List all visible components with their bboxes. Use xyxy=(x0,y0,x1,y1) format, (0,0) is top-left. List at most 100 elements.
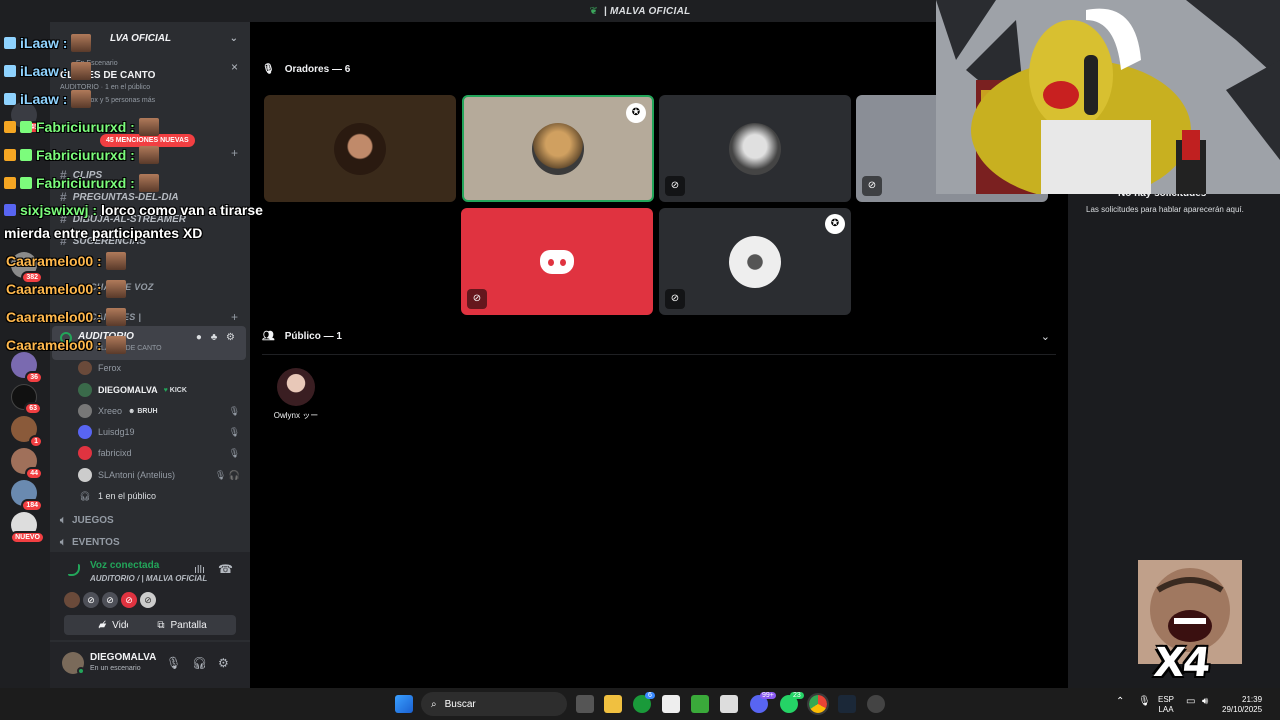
network-icon[interactable]: ▭ xyxy=(1186,697,1195,707)
windows-start-icon[interactable] xyxy=(395,695,413,713)
speaker-tile[interactable]: ⊘ xyxy=(461,208,653,315)
speaker-tile-speaking[interactable]: ✪ xyxy=(462,95,654,202)
member-row[interactable]: Ferox xyxy=(78,358,240,378)
server-icon[interactable]: 63 xyxy=(11,384,42,415)
mute-icon: ⊘ xyxy=(665,176,685,196)
avatar xyxy=(532,122,584,175)
avatar xyxy=(78,361,92,375)
clock-date: 29/10/2025 xyxy=(1222,705,1263,714)
clock[interactable]: 21:39 29/10/2025 xyxy=(1222,695,1262,715)
heart-icon: ♥ xyxy=(163,386,168,394)
chat-message: iLaaw : xyxy=(4,90,92,108)
chat-message: iLaaw : xyxy=(4,34,92,52)
file-explorer-icon[interactable] xyxy=(604,695,622,713)
member-tag: ♥ KICK xyxy=(164,387,187,394)
search-placeholder: Buscar xyxy=(444,698,476,710)
muted-avatar-icon[interactable]: ⊘ xyxy=(140,592,156,608)
chat-user: iLaaw : xyxy=(20,63,68,79)
server-icon[interactable]: 184 xyxy=(11,480,43,512)
server-icon[interactable]: 36 xyxy=(11,352,43,384)
server-badge: 1 xyxy=(29,435,43,448)
speaker-icon: 🔈︎ xyxy=(60,537,66,548)
member-row[interactable]: SLAntoni (Antelius) 🎙 🎧 xyxy=(78,465,240,485)
audience-count-row[interactable]: 🎧︎ 1 en el público xyxy=(78,486,240,506)
server-icon[interactable]: NUEVO xyxy=(10,512,45,544)
member-tag: ☻ BRUH xyxy=(128,407,158,415)
emote-icon xyxy=(71,34,92,52)
chat-user: Fabriciururxd : xyxy=(36,147,135,163)
chevron-down-icon[interactable]: ⌄ xyxy=(1041,330,1050,343)
status-dot xyxy=(77,667,85,675)
user-name[interactable]: DIEGOMALVA xyxy=(90,652,156,663)
moderator-icon: ✪ xyxy=(825,214,845,234)
gear-icon[interactable]: ⚙ xyxy=(218,656,229,670)
mute-icon: ⊘ xyxy=(862,176,882,196)
chat-user: Caaramelo00 : xyxy=(6,309,102,325)
voice-status[interactable]: Voz conectada xyxy=(90,560,159,571)
close-icon[interactable]: × xyxy=(231,60,238,74)
app-icon[interactable] xyxy=(720,695,738,713)
channel-label: PREGUNTAS-DEL-DIA xyxy=(72,191,179,203)
member-row[interactable]: Xreeo ☻ BRUH 🎙 xyxy=(78,401,240,421)
chevron-down-icon[interactable]: ⌄ xyxy=(230,33,238,44)
minecraft-icon[interactable] xyxy=(691,695,709,713)
requests-empty-text: Las solicitudes para hablar aparecerán a… xyxy=(1086,205,1244,214)
window-title: | MALVA OFICIAL xyxy=(603,5,691,17)
muted-avatar-icon[interactable]: ⊘ xyxy=(121,592,137,608)
chat-text: mierda entre participantes XD xyxy=(4,225,203,241)
event-members: Ferox y 5 personas más xyxy=(80,97,156,104)
muted-avatar-icon[interactable]: ⊘ xyxy=(102,592,118,608)
steam-icon[interactable] xyxy=(838,695,856,713)
audience-member[interactable]: Owlynx ッー xyxy=(268,368,324,421)
member-name: DIEGOMALVA xyxy=(98,385,158,395)
plus-icon[interactable]: + xyxy=(231,146,238,160)
new-badge: NUEVO xyxy=(10,531,45,544)
microphone-icon[interactable]: 🎙︎ xyxy=(166,656,181,670)
screen-share-icon: ⧉ xyxy=(157,619,165,631)
noise-suppression-icon[interactable]: ıllı xyxy=(194,564,205,576)
emote-icon xyxy=(105,252,126,270)
volume-icon[interactable]: 🔊︎ xyxy=(1202,697,1208,707)
voice-channel-juegos[interactable]: 🔈︎ JUEGOS xyxy=(60,515,114,526)
screen-share-button[interactable]: ⧉ Pantalla xyxy=(128,615,236,635)
emote-icon xyxy=(138,118,159,136)
voice-location[interactable]: AUDITORIO / | MALVA OFICIAL xyxy=(90,574,207,583)
member-tag-label: KICK xyxy=(169,386,187,394)
speaker-icon: 🔈︎ xyxy=(60,515,66,526)
emote-icon xyxy=(105,336,126,354)
search-icon: ⌕ xyxy=(431,698,437,710)
taskbar: ⌕ Buscar 6 99+ 23 ⌃ 🎙︎ ESP LAA ▭ 🔊︎ 21:3… xyxy=(0,688,1280,720)
webcam-overlay xyxy=(936,0,1280,194)
speakers-header-label: Oradores — 6 xyxy=(284,64,351,75)
language-indicator[interactable]: ESP LAA xyxy=(1158,695,1174,715)
member-row[interactable]: Luisdg19 🎙 xyxy=(78,422,240,442)
headphones-icon[interactable]: 🎧︎ xyxy=(192,656,207,670)
member-row[interactable]: fabricixd 🎙 xyxy=(78,443,240,463)
voice-channel-eventos[interactable]: 🔈︎ EVENTOS xyxy=(60,537,120,548)
server-icon[interactable]: 44 xyxy=(11,448,43,480)
task-view-icon[interactable] xyxy=(576,695,594,713)
avatar[interactable] xyxy=(64,592,80,608)
chrome-icon[interactable] xyxy=(807,693,829,715)
plus-icon[interactable]: + xyxy=(231,310,238,324)
taskbar-search[interactable]: ⌕ Buscar xyxy=(421,692,567,716)
microphone-icon[interactable]: 🎙︎ xyxy=(1138,697,1151,707)
speaker-tile[interactable]: ⊘ xyxy=(659,95,851,202)
member-row[interactable]: DIEGOMALVA ♥ KICK xyxy=(78,380,240,400)
signal-icon[interactable] xyxy=(68,564,80,576)
emote-icon xyxy=(71,62,92,80)
store-icon[interactable] xyxy=(662,695,680,713)
app-icon[interactable] xyxy=(867,695,885,713)
chevron-up-icon[interactable]: ⌃ xyxy=(1116,697,1124,707)
chat-message: Caaramelo00 : xyxy=(6,308,126,326)
speaker-tile[interactable] xyxy=(264,95,456,202)
muted-avatar-icon[interactable]: ⊘ xyxy=(83,592,99,608)
server-name: LVA OFICIAL xyxy=(110,32,172,44)
speaker-tile[interactable]: ✪ ⊘ xyxy=(659,208,851,315)
language-top: ESP xyxy=(1158,695,1175,704)
disconnect-icon[interactable]: ☎︎ xyxy=(218,562,233,576)
server-icon[interactable]: 1 xyxy=(11,416,43,448)
chat-user: Caaramelo00 : xyxy=(6,337,102,353)
channel-tools-icon[interactable]: ● ♣ ⚙ xyxy=(196,332,238,343)
clock-time: 21:39 xyxy=(1242,695,1263,704)
